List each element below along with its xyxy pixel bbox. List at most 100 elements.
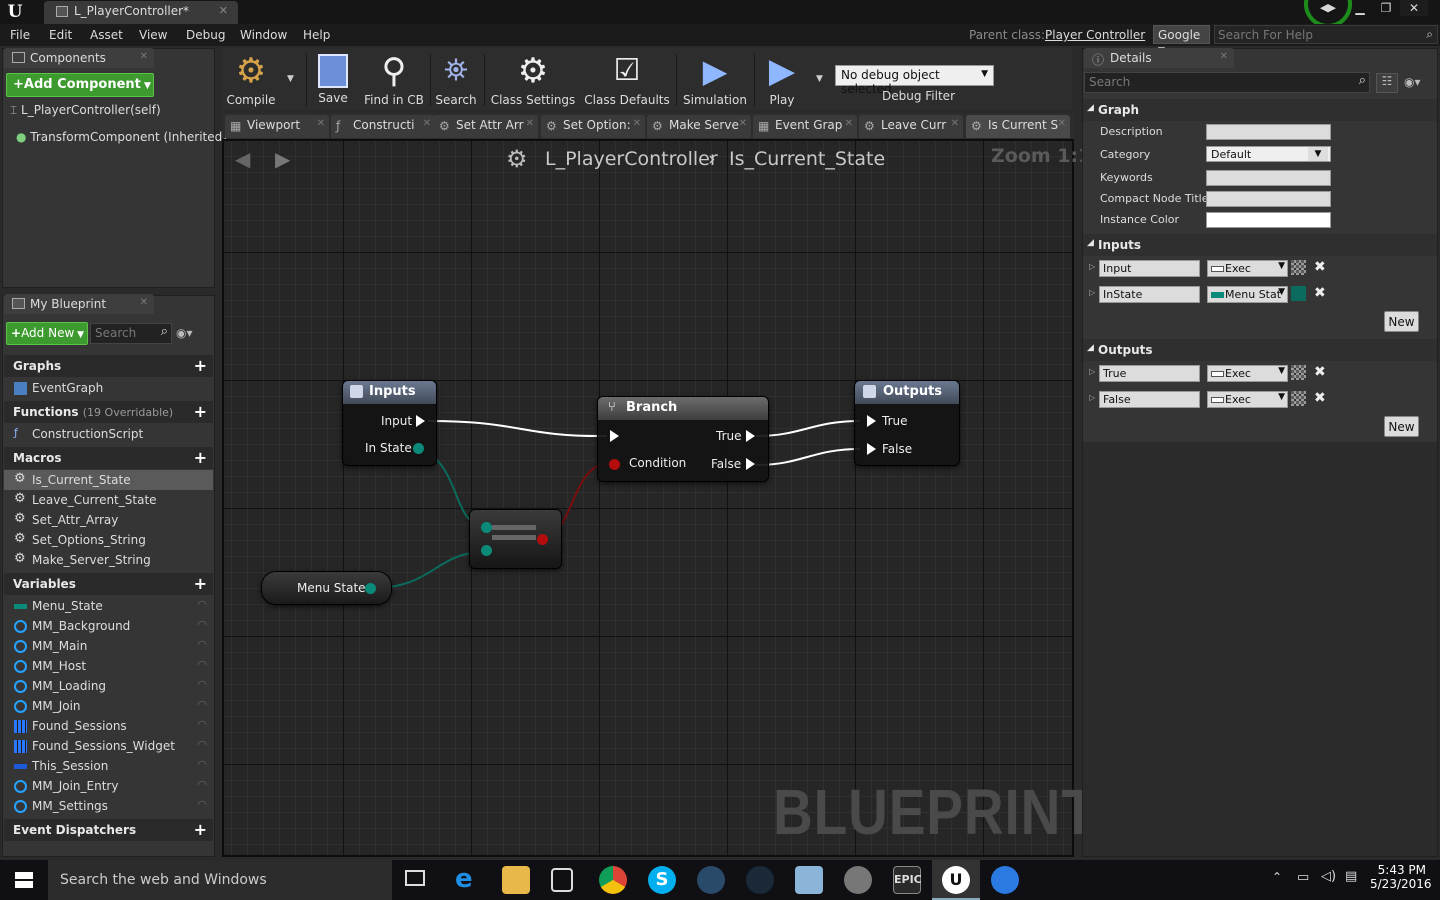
menu-edit[interactable]: Edit: [49, 28, 72, 42]
pin-name-field[interactable]: False: [1099, 391, 1200, 408]
class-defaults-button[interactable]: ☑ Class Defaults: [584, 50, 670, 110]
pin-type-dropdown[interactable]: Menu Stat ▼: [1207, 286, 1288, 303]
variable-item[interactable]: MM_Background ◠: [4, 616, 213, 636]
equal-enum-node[interactable]: [470, 510, 561, 568]
macros-section[interactable]: Macros +: [4, 447, 213, 469]
close-icon[interactable]: ✕: [423, 118, 431, 129]
variable-item[interactable]: Menu_State ◠: [4, 596, 213, 616]
close-icon[interactable]: ✕: [317, 118, 325, 129]
simulation-button[interactable]: ▶ Simulation: [682, 50, 748, 110]
task-view-icon[interactable]: [405, 870, 425, 886]
menu-state-variable-node[interactable]: Menu State: [262, 572, 391, 604]
volume-icon[interactable]: ◁): [1321, 869, 1336, 884]
epic-launcher-icon[interactable]: EPIC: [893, 866, 922, 894]
visibility-eye-icon[interactable]: ◠: [197, 698, 207, 711]
functions-section[interactable]: Functions (19 Overridable) +: [4, 401, 213, 423]
remove-pin-icon[interactable]: ✖: [1314, 364, 1326, 380]
components-tab[interactable]: Components ✕: [4, 48, 154, 68]
visibility-eye-icon[interactable]: ◠: [197, 778, 207, 791]
container-type-icon[interactable]: [1291, 365, 1306, 380]
description-field[interactable]: [1206, 124, 1331, 140]
macro-item[interactable]: ⚙ Make_Server_String: [4, 550, 213, 570]
chevron-up-icon[interactable]: ⌃: [1272, 870, 1282, 884]
list-view-icon[interactable]: ☷: [1376, 73, 1398, 93]
steam-icon[interactable]: [746, 866, 774, 894]
enum-pin-icon[interactable]: [481, 545, 492, 556]
instance-color-swatch[interactable]: [1206, 212, 1331, 228]
details-inputs-section[interactable]: ◢ Inputs: [1083, 234, 1437, 256]
add-macro-icon[interactable]: +: [194, 448, 207, 467]
new-input-button[interactable]: New: [1384, 311, 1419, 332]
bool-out-pin-icon[interactable]: [537, 534, 548, 545]
variable-item[interactable]: MM_Loading ◠: [4, 676, 213, 696]
close-icon[interactable]: ✕: [633, 118, 641, 129]
compile-button[interactable]: ⚙ Compile: [224, 50, 278, 110]
visibility-eye-icon[interactable]: ◠: [197, 738, 207, 751]
close-icon[interactable]: ✕: [219, 4, 228, 17]
visibility-eye-icon[interactable]: ◠: [197, 638, 207, 651]
variable-item[interactable]: This_Session ◠: [4, 756, 213, 776]
expand-arrow-icon[interactable]: ▷: [1089, 288, 1095, 297]
remove-pin-icon[interactable]: ✖: [1314, 285, 1326, 301]
remove-pin-icon[interactable]: ✖: [1314, 390, 1326, 406]
store-icon[interactable]: [551, 868, 573, 892]
add-new-button[interactable]: +Add New ▼: [6, 322, 88, 345]
unreal-logo[interactable]: U: [4, 1, 26, 23]
app-icon[interactable]: [991, 866, 1019, 894]
variable-item[interactable]: MM_Host ◠: [4, 656, 213, 676]
app-icon[interactable]: [795, 866, 823, 894]
visibility-eye-icon[interactable]: ◠: [197, 658, 207, 671]
inputs-node[interactable]: Inputs Input In State: [343, 381, 436, 465]
category-dropdown[interactable]: Default ▼: [1206, 146, 1331, 162]
add-function-icon[interactable]: +: [194, 402, 207, 421]
pin-name-field[interactable]: True: [1099, 365, 1200, 382]
exec-pin-icon[interactable]: [416, 415, 425, 427]
app-icon[interactable]: [697, 866, 725, 894]
graph-tab[interactable]: ⚙ Set Option: ✕: [541, 115, 645, 138]
visibility-eye-icon[interactable]: ◠: [197, 598, 207, 611]
windows-start-icon[interactable]: [15, 872, 33, 888]
remove-pin-icon[interactable]: ✖: [1314, 259, 1326, 275]
variable-item[interactable]: MM_Join_Entry ◠: [4, 776, 213, 796]
new-output-button[interactable]: New: [1384, 416, 1419, 437]
play-button[interactable]: ▶ Play: [760, 50, 804, 110]
exec-out-pin-icon[interactable]: [746, 430, 755, 442]
add-dispatcher-icon[interactable]: +: [194, 820, 207, 839]
event-dispatchers-section[interactable]: Event Dispatchers +: [4, 819, 213, 841]
visibility-eye-icon[interactable]: ◠: [197, 798, 207, 811]
chrome-icon[interactable]: [599, 866, 627, 894]
macro-item[interactable]: ⚙ Set_Options_String: [4, 530, 213, 550]
help-search-input[interactable]: Search For Help ⌕: [1214, 25, 1438, 44]
details-outputs-section[interactable]: ◢ Outputs: [1083, 339, 1437, 361]
outputs-node[interactable]: Outputs True False: [855, 381, 959, 465]
enum-pin-icon[interactable]: [413, 443, 424, 454]
graph-tab[interactable]: ▦ Viewport ✕: [225, 115, 329, 138]
parent-class-link[interactable]: Player Controller: [1045, 28, 1145, 42]
variable-item[interactable]: Found_Sessions_Widget ◠: [4, 736, 213, 756]
container-type-icon[interactable]: [1291, 260, 1306, 275]
restore-icon[interactable]: ❐: [1372, 0, 1400, 16]
pin-type-dropdown[interactable]: Exec ▼: [1207, 365, 1288, 382]
menu-asset[interactable]: Asset: [90, 28, 123, 42]
network-icon[interactable]: ▭: [1297, 870, 1309, 885]
menu-help[interactable]: Help: [303, 28, 330, 42]
variable-item[interactable]: Found_Sessions ◠: [4, 716, 213, 736]
menu-file[interactable]: File: [10, 28, 30, 42]
search-button[interactable]: ⛯ Search: [434, 50, 478, 110]
graphs-section[interactable]: Graphs +: [4, 355, 213, 377]
exec-in-pin-icon[interactable]: [867, 443, 876, 455]
notifications-icon[interactable]: ▤: [1345, 869, 1357, 884]
visibility-eye-icon[interactable]: ◠: [197, 678, 207, 691]
window-close-icon[interactable]: ✕: [1400, 0, 1428, 16]
macro-item[interactable]: ⚙ Leave_Current_State: [4, 490, 213, 510]
expand-arrow-icon[interactable]: ▷: [1089, 393, 1095, 402]
exec-in-pin-icon[interactable]: [867, 415, 876, 427]
exec-out-pin-icon[interactable]: [746, 458, 755, 470]
eye-icon[interactable]: ◉▾: [176, 326, 193, 340]
graph-item-eventgraph[interactable]: EventGraph: [4, 378, 213, 398]
add-graph-icon[interactable]: +: [194, 356, 207, 375]
visibility-eye-icon[interactable]: ◠: [197, 718, 207, 731]
menu-view[interactable]: View: [139, 28, 167, 42]
variable-item[interactable]: MM_Main ◠: [4, 636, 213, 656]
blueprint-search-input[interactable]: Search ⌕: [90, 323, 172, 344]
